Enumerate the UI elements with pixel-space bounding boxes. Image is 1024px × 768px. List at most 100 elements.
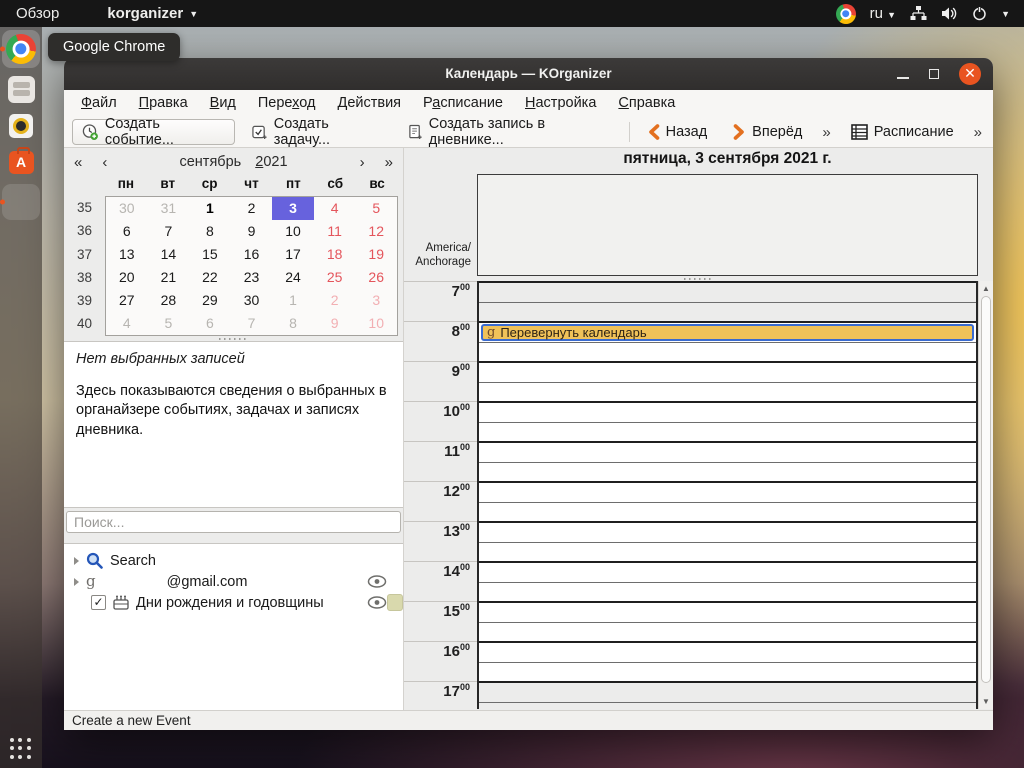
day-cell[interactable]: 3 — [355, 289, 397, 312]
day-cell[interactable]: 27 — [106, 289, 148, 312]
menu-6[interactable]: Расписание — [412, 90, 514, 117]
day-cell[interactable]: 10 — [355, 312, 397, 335]
day-cell[interactable]: 5 — [355, 197, 397, 220]
dock-item-software[interactable]: A — [2, 148, 40, 176]
calendar-row-search[interactable]: Search — [64, 550, 403, 571]
day-cell[interactable]: 12 — [355, 220, 397, 243]
day-cell[interactable]: 2 — [314, 289, 356, 312]
prev-month-button[interactable]: ‹ — [92, 154, 117, 171]
day-cell[interactable]: 15 — [189, 243, 231, 266]
title-bar[interactable]: Календарь — KOrganizer ✕ — [64, 58, 993, 90]
day-cell[interactable]: 20 — [106, 266, 148, 289]
dock-item-korganizer[interactable] — [2, 184, 40, 220]
day-cell[interactable]: 28 — [148, 289, 190, 312]
day-cell[interactable]: 22 — [189, 266, 231, 289]
agenda-hour-row[interactable] — [479, 681, 976, 709]
prev-year-button[interactable]: « — [64, 154, 92, 171]
chevron-down-icon[interactable]: ▼ — [1001, 9, 1010, 19]
day-cell[interactable]: 6 — [106, 220, 148, 243]
power-icon[interactable] — [972, 6, 987, 21]
day-cell[interactable]: 24 — [272, 266, 314, 289]
dock-item-files[interactable] — [2, 74, 40, 104]
day-cell[interactable]: 7 — [148, 220, 190, 243]
scrollbar-thumb[interactable] — [981, 296, 991, 683]
menu-4[interactable]: Переход — [247, 90, 327, 117]
dock-item-rhythmbox[interactable] — [2, 112, 40, 140]
day-cell[interactable]: 26 — [355, 266, 397, 289]
day-cell[interactable]: 3 — [272, 197, 314, 220]
day-cell[interactable]: 30 — [231, 289, 273, 312]
day-cell[interactable]: 17 — [272, 243, 314, 266]
new-event-button[interactable]: Создать событие... — [72, 119, 235, 145]
week-number[interactable]: 39 — [64, 289, 105, 312]
calendar-search-input[interactable] — [66, 511, 401, 533]
day-cell[interactable]: 4 — [314, 197, 356, 220]
agenda-hour-row[interactable] — [479, 481, 976, 521]
day-cell[interactable]: 19 — [355, 243, 397, 266]
agenda-view-button[interactable]: Расписание — [842, 119, 963, 145]
allday-events-area[interactable] — [477, 174, 978, 276]
week-number[interactable]: 35 — [64, 196, 105, 219]
day-cell[interactable]: 5 — [148, 312, 190, 335]
calendar-checkbox[interactable]: ✓ — [91, 595, 106, 610]
day-cell[interactable]: 21 — [148, 266, 190, 289]
calendar-row-birthdays[interactable]: ✓ Дни рождения и годовщины — [64, 592, 403, 613]
maximize-button[interactable] — [929, 69, 939, 79]
year-label[interactable]: 2021 — [255, 154, 287, 170]
week-number[interactable]: 36 — [64, 219, 105, 242]
toolbar-overflow-button[interactable]: » — [819, 124, 833, 141]
expander-icon[interactable] — [74, 578, 79, 586]
show-applications-button[interactable] — [10, 738, 32, 760]
day-cell[interactable]: 14 — [148, 243, 190, 266]
day-cell[interactable]: 8 — [189, 220, 231, 243]
agenda-hour-row[interactable] — [479, 401, 976, 441]
menu-1[interactable]: Файл — [70, 90, 128, 117]
day-cell[interactable]: 8 — [272, 312, 314, 335]
menu-7[interactable]: Настройка — [514, 90, 607, 117]
day-cell[interactable]: 30 — [106, 197, 148, 220]
next-year-button[interactable]: » — [375, 154, 403, 171]
day-cell[interactable]: 1 — [189, 197, 231, 220]
agenda-hour-row[interactable] — [479, 641, 976, 681]
app-menu-button[interactable]: korganizer ▼ — [107, 5, 198, 22]
menu-2[interactable]: Правка — [128, 90, 199, 117]
agenda-hour-row[interactable] — [479, 281, 976, 321]
day-cell[interactable]: 1 — [272, 289, 314, 312]
month-label[interactable]: сентябрь — [179, 154, 241, 170]
day-cell[interactable]: 16 — [231, 243, 273, 266]
day-cell[interactable]: 31 — [148, 197, 190, 220]
agenda-hour-row[interactable] — [479, 521, 976, 561]
eye-icon[interactable] — [367, 595, 387, 614]
menu-3[interactable]: Вид — [199, 90, 247, 117]
day-cell[interactable]: 4 — [106, 312, 148, 335]
vertical-scrollbar[interactable]: ▲ ▼ — [978, 281, 993, 709]
expander-icon[interactable] — [74, 557, 79, 565]
new-todo-button[interactable]: Создать задачу... — [243, 119, 391, 145]
activities-button[interactable]: Обзор — [16, 5, 59, 22]
day-cell[interactable]: 9 — [231, 220, 273, 243]
week-number[interactable]: 37 — [64, 243, 105, 266]
day-cell[interactable]: 29 — [189, 289, 231, 312]
new-journal-button[interactable]: Создать запись в дневнике... — [399, 119, 621, 145]
day-cell[interactable]: 18 — [314, 243, 356, 266]
day-cell[interactable]: 9 — [314, 312, 356, 335]
scroll-up-arrow[interactable]: ▲ — [979, 284, 993, 293]
volume-icon[interactable] — [941, 6, 958, 21]
day-cell[interactable]: 6 — [189, 312, 231, 335]
back-button[interactable]: Назад — [638, 119, 717, 145]
network-icon[interactable] — [910, 6, 927, 21]
scroll-down-arrow[interactable]: ▼ — [979, 697, 993, 706]
minimize-button[interactable] — [897, 77, 909, 79]
eye-icon[interactable] — [367, 574, 387, 593]
day-cell[interactable]: 13 — [106, 243, 148, 266]
calendar-row-gmail[interactable]: g @gmail.com — [64, 571, 403, 592]
day-cell[interactable]: 23 — [231, 266, 273, 289]
day-cell[interactable]: 7 — [231, 312, 273, 335]
day-cell[interactable]: 25 — [314, 266, 356, 289]
menu-8[interactable]: Справка — [607, 90, 686, 117]
agenda-hour-row[interactable] — [479, 561, 976, 601]
chrome-tray-icon[interactable] — [836, 4, 856, 24]
day-cell[interactable]: 2 — [231, 197, 273, 220]
week-number[interactable]: 40 — [64, 312, 105, 335]
dock-item-chrome[interactable] — [2, 30, 40, 68]
